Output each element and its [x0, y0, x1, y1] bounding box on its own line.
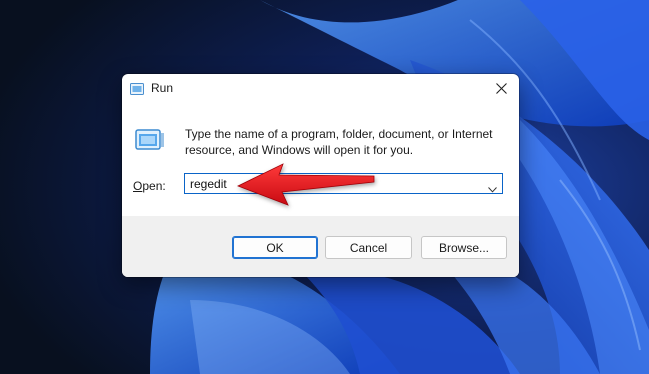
open-combobox[interactable]: regedit: [184, 173, 503, 194]
run-dialog: Run Type the name of a program, folder, …: [122, 74, 519, 277]
title-bar[interactable]: Run: [122, 74, 519, 104]
chevron-down-icon[interactable]: [488, 180, 497, 198]
dialog-footer: OK Cancel Browse...: [122, 216, 519, 277]
open-label-accelerator: O: [133, 179, 143, 193]
cancel-button[interactable]: Cancel: [325, 236, 412, 259]
window-title: Run: [151, 81, 174, 95]
run-program-icon: [135, 129, 165, 153]
run-icon: [130, 82, 144, 95]
dialog-description: Type the name of a program, folder, docu…: [185, 127, 493, 157]
ok-button[interactable]: OK: [232, 236, 318, 259]
close-button[interactable]: [483, 74, 519, 104]
open-label-text: pen:: [142, 179, 166, 193]
browse-button[interactable]: Browse...: [421, 236, 507, 259]
close-icon: [496, 83, 507, 94]
open-input[interactable]: regedit: [190, 177, 227, 191]
open-label: Open:: [133, 179, 166, 193]
